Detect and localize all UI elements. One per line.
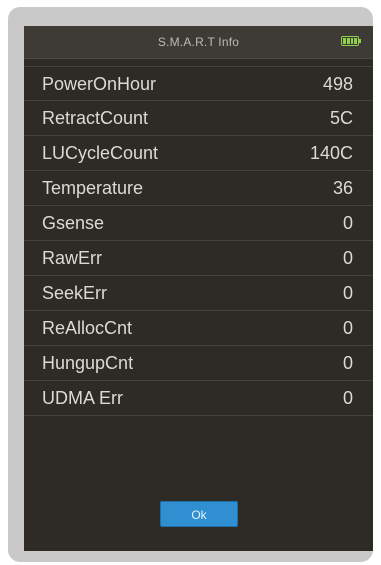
- row-label: Gsense: [42, 213, 105, 233]
- row-value: 5C: [329, 108, 353, 128]
- row-label: HungupCnt: [42, 353, 134, 373]
- row-value: 0: [342, 283, 353, 303]
- battery-cell: [346, 38, 350, 44]
- smart-row-hungup-cnt: HungupCnt 0: [24, 346, 373, 381]
- smart-row-realloc-cnt: ReAllocCnt 0: [24, 311, 373, 346]
- row-value: 140C: [309, 143, 353, 163]
- row-label: RetractCount: [42, 108, 149, 128]
- row-value: 0: [342, 248, 353, 268]
- smart-row-udma-err: UDMA Err 0: [24, 381, 373, 416]
- smart-row-raw-err: RawErr 0: [24, 241, 373, 276]
- row-value: 36: [332, 178, 353, 198]
- smart-row-seek-err: SeekErr 0: [24, 276, 373, 311]
- row-label: UDMA Err: [42, 388, 123, 408]
- row-label: PowerOnHour: [42, 74, 157, 94]
- row-label: ReAllocCnt: [42, 318, 133, 338]
- title-bar: S.M.A.R.T Info: [24, 26, 373, 59]
- row-value: 0: [342, 353, 353, 373]
- smart-row-lu-cycle-count: LUCycleCount 140C: [24, 136, 373, 171]
- battery-cell: [354, 38, 357, 44]
- smart-row-temperature: Temperature 36: [24, 171, 373, 206]
- battery-full-icon: [341, 36, 363, 48]
- row-value: 498: [322, 74, 353, 94]
- row-label: SeekErr: [42, 283, 108, 303]
- smart-row-retract-count: RetractCount 5C: [24, 101, 373, 136]
- ok-button[interactable]: Ok: [160, 501, 238, 527]
- smart-row-power-on-hour: PowerOnHour 498: [24, 66, 373, 101]
- row-label: RawErr: [42, 248, 103, 268]
- row-value: 0: [342, 388, 353, 408]
- battery-tip: [359, 39, 361, 43]
- screen-title: S.M.A.R.T Info: [157, 35, 240, 49]
- row-value: 0: [342, 318, 353, 338]
- battery-cell: [350, 38, 354, 44]
- row-label: Temperature: [42, 178, 144, 198]
- row-label: LUCycleCount: [42, 143, 159, 163]
- battery-body: [341, 36, 359, 46]
- row-value: 0: [342, 213, 353, 233]
- battery-cell: [343, 38, 346, 44]
- smart-row-gsense: Gsense 0: [24, 206, 373, 241]
- smart-attribute-list: PowerOnHour 498 RetractCount 5C LUCycleC…: [24, 66, 373, 416]
- smart-info-screen: S.M.A.R.T Info PowerOnHour 498 RetractCo…: [24, 26, 373, 551]
